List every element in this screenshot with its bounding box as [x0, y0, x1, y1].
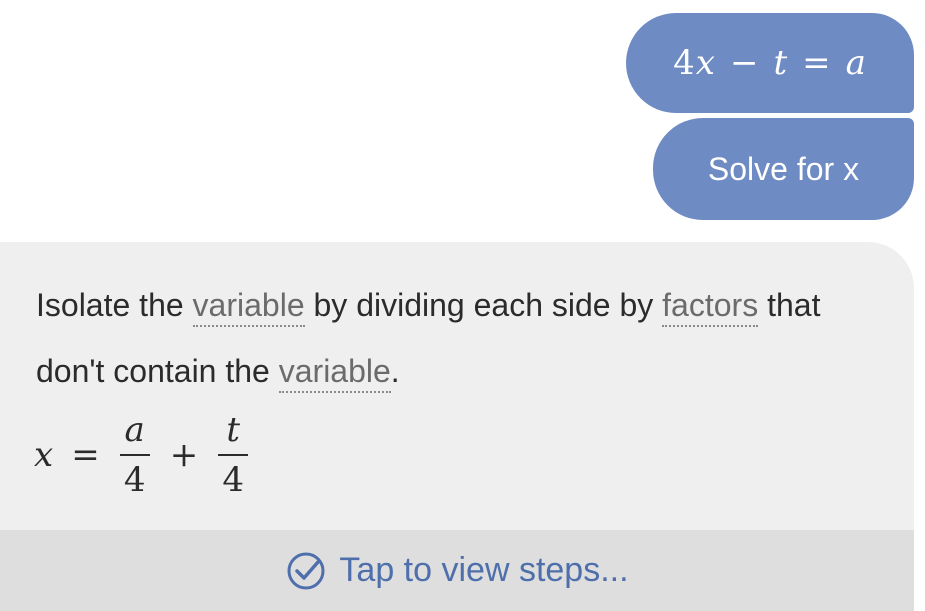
- view-steps-button[interactable]: Tap to view steps...: [0, 530, 914, 611]
- answer-explanation: Isolate the variable by dividing each si…: [36, 272, 886, 404]
- equation-var-t: t: [773, 43, 789, 83]
- equation-var-x: x: [695, 43, 716, 83]
- glossary-term-variable-2[interactable]: variable: [278, 353, 391, 393]
- formula-fraction-t-over-4: t 4: [216, 410, 250, 500]
- formula-equals: =: [71, 435, 100, 475]
- fraction-bar: [119, 454, 150, 456]
- fraction-bar: [218, 454, 249, 456]
- fraction-numerator: a: [124, 410, 145, 450]
- fraction-numerator: t: [226, 410, 241, 450]
- glossary-term-variable[interactable]: variable: [192, 287, 305, 327]
- fraction-denominator: 4: [222, 460, 244, 500]
- solve-request-label: Solve for x: [707, 150, 860, 187]
- view-steps-label: Tap to view steps...: [339, 551, 629, 589]
- check-circle-icon: [287, 552, 325, 589]
- formula-plus: +: [169, 435, 199, 475]
- formula-fraction-a-over-4: a 4: [118, 410, 152, 500]
- answer-text-2: by dividing each side by: [304, 287, 663, 323]
- glossary-term-factors[interactable]: factors: [662, 287, 759, 327]
- solve-for-x-message-bubble: Solve for x: [653, 118, 914, 220]
- answer-text-4: .: [390, 353, 400, 389]
- equation-equals: =: [802, 43, 832, 83]
- equation-minus: −: [729, 43, 760, 83]
- fraction-denominator: 4: [123, 460, 146, 500]
- formula-lhs: x: [34, 435, 54, 475]
- answer-formula: x = a 4 + t 4: [34, 410, 250, 500]
- equation-message-bubble: 4 x − t = a: [626, 13, 914, 113]
- answer-card: Isolate the variable by dividing each si…: [0, 242, 914, 611]
- answer-text-1: Isolate the: [36, 287, 193, 323]
- equation-coefficient: 4: [673, 43, 696, 83]
- equation-var-a: a: [845, 43, 867, 83]
